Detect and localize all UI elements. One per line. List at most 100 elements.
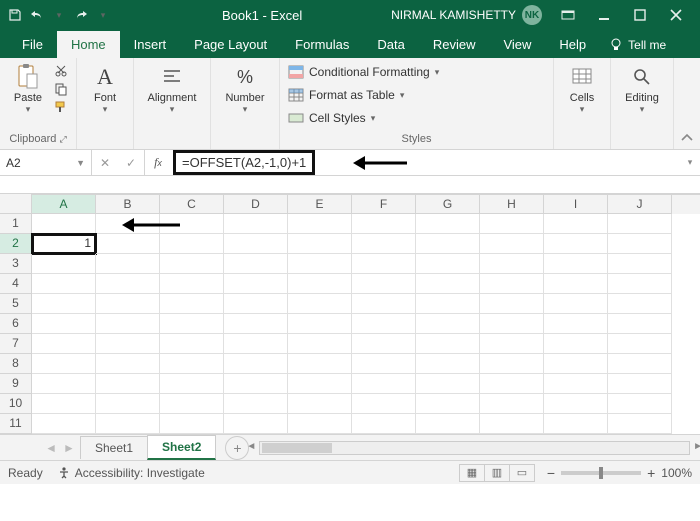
zoom-in-icon[interactable]: + — [647, 465, 655, 481]
row-header[interactable]: 3 — [0, 254, 32, 274]
scroll-left-icon[interactable]: ◄ — [246, 441, 256, 452]
cell[interactable] — [544, 254, 608, 274]
cell[interactable] — [352, 214, 416, 234]
cell[interactable] — [32, 354, 96, 374]
cell[interactable] — [480, 374, 544, 394]
minimize-icon[interactable] — [586, 0, 622, 30]
qat-customize-icon[interactable]: ▾ — [94, 6, 112, 24]
cell[interactable] — [96, 334, 160, 354]
cell[interactable] — [480, 294, 544, 314]
cell[interactable] — [160, 394, 224, 414]
number-button[interactable]: % Number ▾ — [219, 62, 271, 115]
cancel-formula-icon[interactable]: ✕ — [92, 150, 118, 176]
cell[interactable] — [608, 234, 672, 254]
cell[interactable] — [32, 314, 96, 334]
save-icon[interactable] — [6, 6, 24, 24]
row-header[interactable]: 11 — [0, 414, 32, 434]
cell[interactable] — [224, 234, 288, 254]
accessibility-status[interactable]: Accessibility: Investigate — [57, 466, 205, 480]
cell[interactable] — [352, 394, 416, 414]
cell[interactable] — [224, 374, 288, 394]
cell[interactable] — [224, 254, 288, 274]
cell[interactable] — [608, 294, 672, 314]
cell[interactable] — [480, 394, 544, 414]
row-header[interactable]: 5 — [0, 294, 32, 314]
cell[interactable] — [288, 214, 352, 234]
fx-icon[interactable]: fx — [145, 150, 171, 175]
redo-icon[interactable] — [72, 6, 90, 24]
cell[interactable] — [224, 354, 288, 374]
cell[interactable] — [288, 294, 352, 314]
zoom-slider-knob[interactable] — [599, 467, 603, 479]
cell[interactable] — [224, 214, 288, 234]
col-header[interactable]: E — [288, 195, 352, 214]
cell[interactable] — [32, 374, 96, 394]
cell[interactable] — [416, 254, 480, 274]
col-header[interactable]: I — [544, 195, 608, 214]
formula-input[interactable]: =OFFSET(A2,-1,0)+1 — [173, 150, 315, 175]
cell[interactable] — [288, 314, 352, 334]
cell[interactable] — [608, 394, 672, 414]
cell[interactable] — [32, 254, 96, 274]
sheet-nav-next-icon[interactable]: ► — [63, 441, 75, 455]
cell[interactable] — [352, 234, 416, 254]
cell[interactable] — [416, 294, 480, 314]
cell[interactable] — [352, 274, 416, 294]
cell[interactable] — [608, 334, 672, 354]
cell[interactable] — [416, 274, 480, 294]
selected-cell[interactable]: 1 — [32, 234, 96, 254]
row-header[interactable]: 10 — [0, 394, 32, 414]
cell[interactable] — [608, 354, 672, 374]
cell[interactable] — [224, 334, 288, 354]
tab-file[interactable]: File — [8, 31, 57, 58]
cell[interactable] — [608, 254, 672, 274]
cell[interactable] — [32, 394, 96, 414]
cell[interactable] — [224, 414, 288, 434]
row-header[interactable]: 2 — [0, 234, 32, 254]
row-header[interactable]: 6 — [0, 314, 32, 334]
editing-button[interactable]: Editing ▾ — [619, 62, 665, 115]
view-normal-icon[interactable]: ▦ — [459, 464, 485, 482]
cell[interactable] — [416, 354, 480, 374]
cell[interactable] — [224, 314, 288, 334]
col-header[interactable]: B — [96, 195, 160, 214]
cell[interactable] — [480, 334, 544, 354]
cell[interactable] — [96, 354, 160, 374]
cell[interactable] — [416, 414, 480, 434]
cell[interactable] — [480, 354, 544, 374]
sheet-tab-active[interactable]: Sheet2 — [147, 435, 216, 460]
cell[interactable] — [544, 334, 608, 354]
cell[interactable] — [96, 394, 160, 414]
col-header[interactable]: H — [480, 195, 544, 214]
expand-formula-bar-icon[interactable]: ▾ — [680, 150, 700, 175]
conditional-formatting-button[interactable]: Conditional Formatting ▾ — [288, 62, 439, 82]
alignment-button[interactable]: Alignment ▾ — [142, 62, 202, 115]
sheet-nav-prev-icon[interactable]: ◄ — [45, 441, 57, 455]
tab-review[interactable]: Review — [419, 31, 490, 58]
col-header[interactable]: F — [352, 195, 416, 214]
cell[interactable] — [480, 234, 544, 254]
cell[interactable] — [288, 254, 352, 274]
cell[interactable] — [352, 314, 416, 334]
cell[interactable] — [352, 414, 416, 434]
cell[interactable] — [416, 214, 480, 234]
cell[interactable] — [480, 314, 544, 334]
cell[interactable] — [96, 374, 160, 394]
cell[interactable] — [352, 334, 416, 354]
row-header[interactable]: 9 — [0, 374, 32, 394]
cell[interactable] — [544, 294, 608, 314]
select-all-corner[interactable] — [0, 194, 32, 214]
cell[interactable] — [288, 234, 352, 254]
cell[interactable] — [96, 234, 160, 254]
collapse-ribbon-icon[interactable] — [674, 58, 700, 149]
cell[interactable] — [160, 414, 224, 434]
cell[interactable] — [160, 254, 224, 274]
cell[interactable] — [288, 414, 352, 434]
tell-me[interactable]: Tell me — [600, 32, 676, 58]
tab-help[interactable]: Help — [545, 31, 600, 58]
cell[interactable] — [160, 274, 224, 294]
tab-view[interactable]: View — [489, 31, 545, 58]
cell[interactable] — [544, 314, 608, 334]
cell[interactable] — [160, 234, 224, 254]
cell[interactable] — [544, 394, 608, 414]
